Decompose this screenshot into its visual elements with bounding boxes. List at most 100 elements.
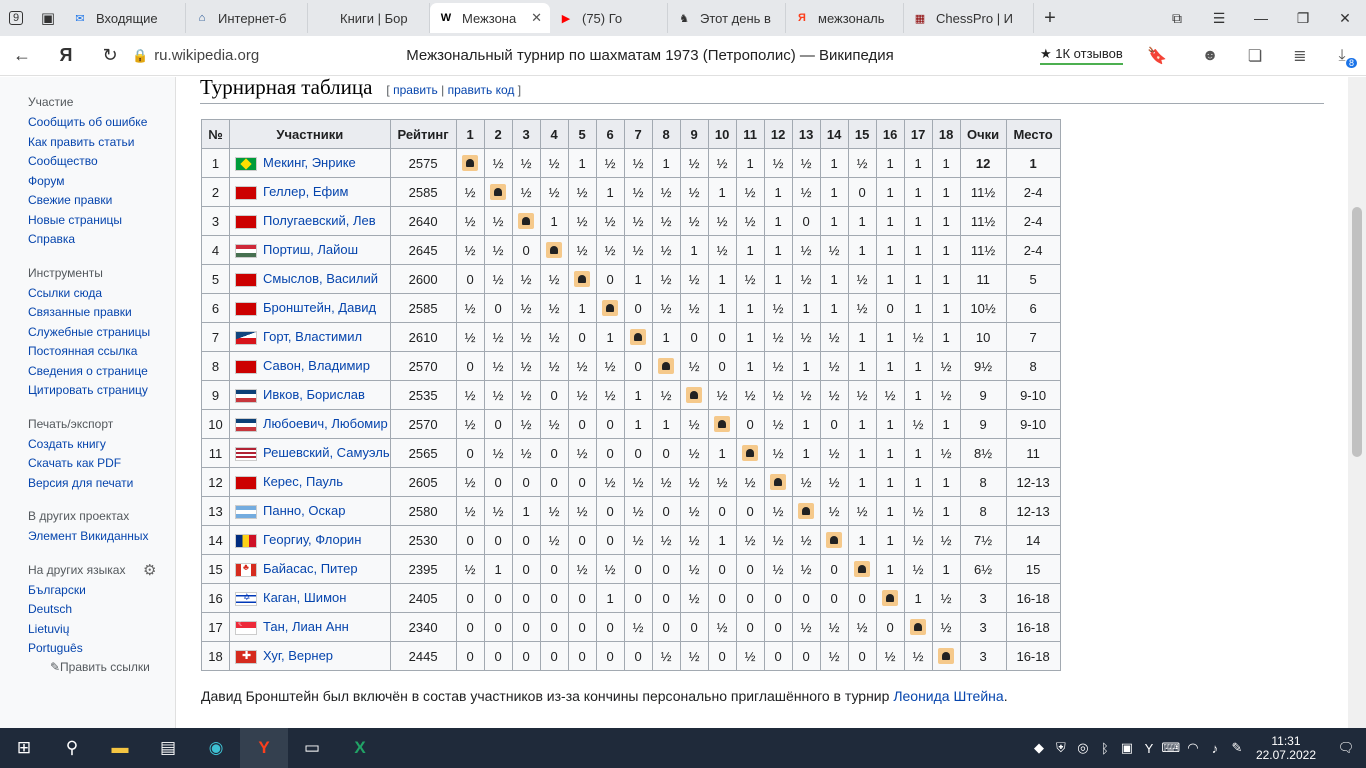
table-cell: Бронштейн, Давид (229, 293, 391, 323)
tab-5[interactable]: ▶ (75) Го (550, 3, 668, 33)
player-link[interactable]: Хуг, Вернер (263, 648, 333, 663)
scrollbar[interactable] (1348, 77, 1366, 728)
bluetooth-icon[interactable]: ᛒ (1094, 741, 1116, 756)
table-row: 6 Бронштейн, Давид 2585 ½ 0 ½ ½ 1 0 ½ ½ 1 1 ½ 1 1 ½ 0 1 1 10… (201, 293, 1061, 323)
shield-icon[interactable]: ⛨ (1050, 740, 1072, 756)
edit-code-link[interactable]: править код (448, 83, 515, 97)
search-icon[interactable]: ⚲ (48, 728, 96, 768)
collections-icon[interactable]: ⧉ (1156, 0, 1198, 36)
explorer-icon[interactable]: ▬ (96, 728, 144, 768)
player-link[interactable]: Панно, Оскар (263, 503, 345, 518)
tab-4[interactable]: W Межзона ✕ (430, 3, 550, 33)
edit-links-button[interactable]: ✎Править ссылки (50, 660, 175, 674)
player-link[interactable]: Ивков, Борислав (263, 387, 365, 402)
notifications-icon[interactable]: 🗨 (1326, 740, 1366, 756)
player-link[interactable]: Георгиу, Флорин (263, 532, 361, 547)
sidebar-link[interactable]: Элемент Викиданных (28, 527, 175, 547)
tab-3[interactable]: Книги | Бор (308, 3, 430, 33)
sidebar-link[interactable]: Цитировать страницу (28, 381, 175, 401)
player-link[interactable]: Полугаевский, Лев (263, 213, 376, 228)
new-tab-button[interactable]: + (1034, 0, 1066, 36)
table-cell: 0 (595, 612, 625, 642)
sidebar-link[interactable]: Форум (28, 172, 175, 192)
sidebar-link[interactable]: Связанные правки (28, 303, 175, 323)
notes-icon[interactable]: ≣ (1280, 36, 1320, 76)
yandex-tray-icon[interactable]: Y (1138, 741, 1160, 756)
clock[interactable]: 11:31 22.07.2022 (1256, 734, 1316, 762)
edit-link[interactable]: править (393, 83, 438, 97)
sidebar-link[interactable]: Новые страницы (28, 211, 175, 231)
player-link[interactable]: Каган, Шимон (263, 590, 346, 605)
tab-counter-icon[interactable]: 9 (0, 0, 32, 36)
sidebar-link[interactable]: Создать книгу (28, 435, 175, 455)
bookmark-icon[interactable]: 🔖 (1137, 36, 1177, 76)
minimize-button[interactable]: — (1240, 0, 1282, 36)
tab-8[interactable]: ▦ ChessPro | И (904, 3, 1034, 33)
reader-icon[interactable]: ❏ (1235, 36, 1275, 76)
restore-button[interactable]: ❐ (1282, 0, 1324, 36)
player-link[interactable]: Смыслов, Василий (263, 271, 378, 286)
usb-app-icon[interactable]: ▭ (288, 728, 336, 768)
wifi-icon[interactable]: ◠ (1182, 740, 1204, 756)
table-cell: 0 (567, 525, 597, 555)
language-icon[interactable]: ✎ (1226, 740, 1248, 756)
player-link[interactable]: Решевский, Самуэль (263, 445, 390, 460)
tray-icon-2[interactable]: ▣ (1116, 740, 1138, 756)
new-folder-icon[interactable]: ▣ (32, 0, 64, 36)
sidebar-link[interactable]: Справка (28, 230, 175, 250)
king-icon (602, 300, 619, 317)
sidebar-link[interactable]: Сведения о странице (28, 362, 175, 382)
remote-app-icon[interactable]: ▤ (144, 728, 192, 768)
sidebar-link[interactable]: Скачать как PDF (28, 454, 175, 474)
gear-icon[interactable]: ⚙ (143, 561, 156, 579)
yandex-browser-icon[interactable]: Y (240, 728, 288, 768)
sidebar-link[interactable]: Сообщить об ошибке (28, 113, 175, 133)
excel-icon[interactable]: X (336, 728, 384, 768)
tray-icon[interactable]: ◎ (1072, 740, 1094, 756)
player-link[interactable]: Керес, Пауль (263, 474, 343, 489)
table-cell: 0 (679, 322, 709, 352)
sidebar-link[interactable]: Deutsch (28, 600, 175, 620)
menu-icon[interactable]: ☰ (1198, 0, 1240, 36)
tab-2[interactable]: ⌂ Интернет-б (186, 3, 308, 33)
player-link[interactable]: Горт, Властимил (263, 329, 362, 344)
player-link[interactable]: Тан, Лиан Анн (263, 619, 349, 634)
tab-label: Межзона (462, 10, 517, 26)
sidebar-link[interactable]: Как править статьи (28, 133, 175, 153)
player-link[interactable]: Мекинг, Энрике (263, 155, 356, 170)
close-button[interactable]: ✕ (1324, 0, 1366, 36)
tab-7[interactable]: Ямежзональ (786, 3, 904, 33)
table-cell: ½ (735, 525, 765, 555)
table-cell: 16-18 (1005, 641, 1061, 671)
tab-1[interactable]: ✉ Входящие (64, 3, 186, 33)
sidebar-link[interactable]: Свежие правки (28, 191, 175, 211)
table-cell: 2340 (389, 612, 457, 642)
player-link[interactable]: Савон, Владимир (263, 358, 370, 373)
sidebar-link[interactable]: Lietuvių (28, 620, 175, 640)
start-button[interactable]: ⊞ (0, 728, 48, 768)
sidebar-link[interactable]: Служебные страницы (28, 323, 175, 343)
stein-link[interactable]: Леонида Штейна (893, 688, 1003, 704)
player-link[interactable]: Портиш, Лайош (263, 242, 358, 257)
player-link[interactable]: Бронштейн, Давид (263, 300, 376, 315)
tab-6[interactable]: ♞ Этот день в (668, 3, 786, 33)
player-link[interactable]: Любоевич, Любомир (263, 416, 388, 431)
sidebar-link[interactable]: Български (28, 581, 175, 601)
tray-app-icon[interactable]: ◆ (1028, 740, 1050, 756)
edge-icon[interactable]: ◉ (192, 728, 240, 768)
sidebar-link[interactable]: Постоянная ссылка (28, 342, 175, 362)
sidebar-link[interactable]: Сообщество (28, 152, 175, 172)
scrollbar-thumb[interactable] (1352, 207, 1362, 457)
sidebar-link[interactable]: Português (28, 639, 175, 659)
reviews-badge[interactable]: ★ 1К отзывов (1040, 46, 1123, 65)
player-link[interactable]: Геллер, Ефим (263, 184, 348, 199)
tab-close-icon[interactable]: ✕ (525, 10, 542, 26)
player-link[interactable]: Байасас, Питер (263, 561, 358, 576)
volume-icon[interactable]: ♪ (1204, 741, 1226, 756)
sidebar-link[interactable]: Версия для печати (28, 474, 175, 494)
table-row: 13 Панно, Оскар 2580 ½ ½ 1 ½ ½ 0 ½ 0 ½ 0 0 ½ ½ ½ 1 ½ 1 8 12-1… (201, 496, 1061, 526)
extension-icon[interactable]: ☻ (1190, 36, 1230, 76)
downloads-icon[interactable]: ⤓ 8 (1322, 36, 1362, 76)
keyboard-icon[interactable]: ⌨ (1160, 740, 1182, 756)
sidebar-link[interactable]: Ссылки сюда (28, 284, 175, 304)
